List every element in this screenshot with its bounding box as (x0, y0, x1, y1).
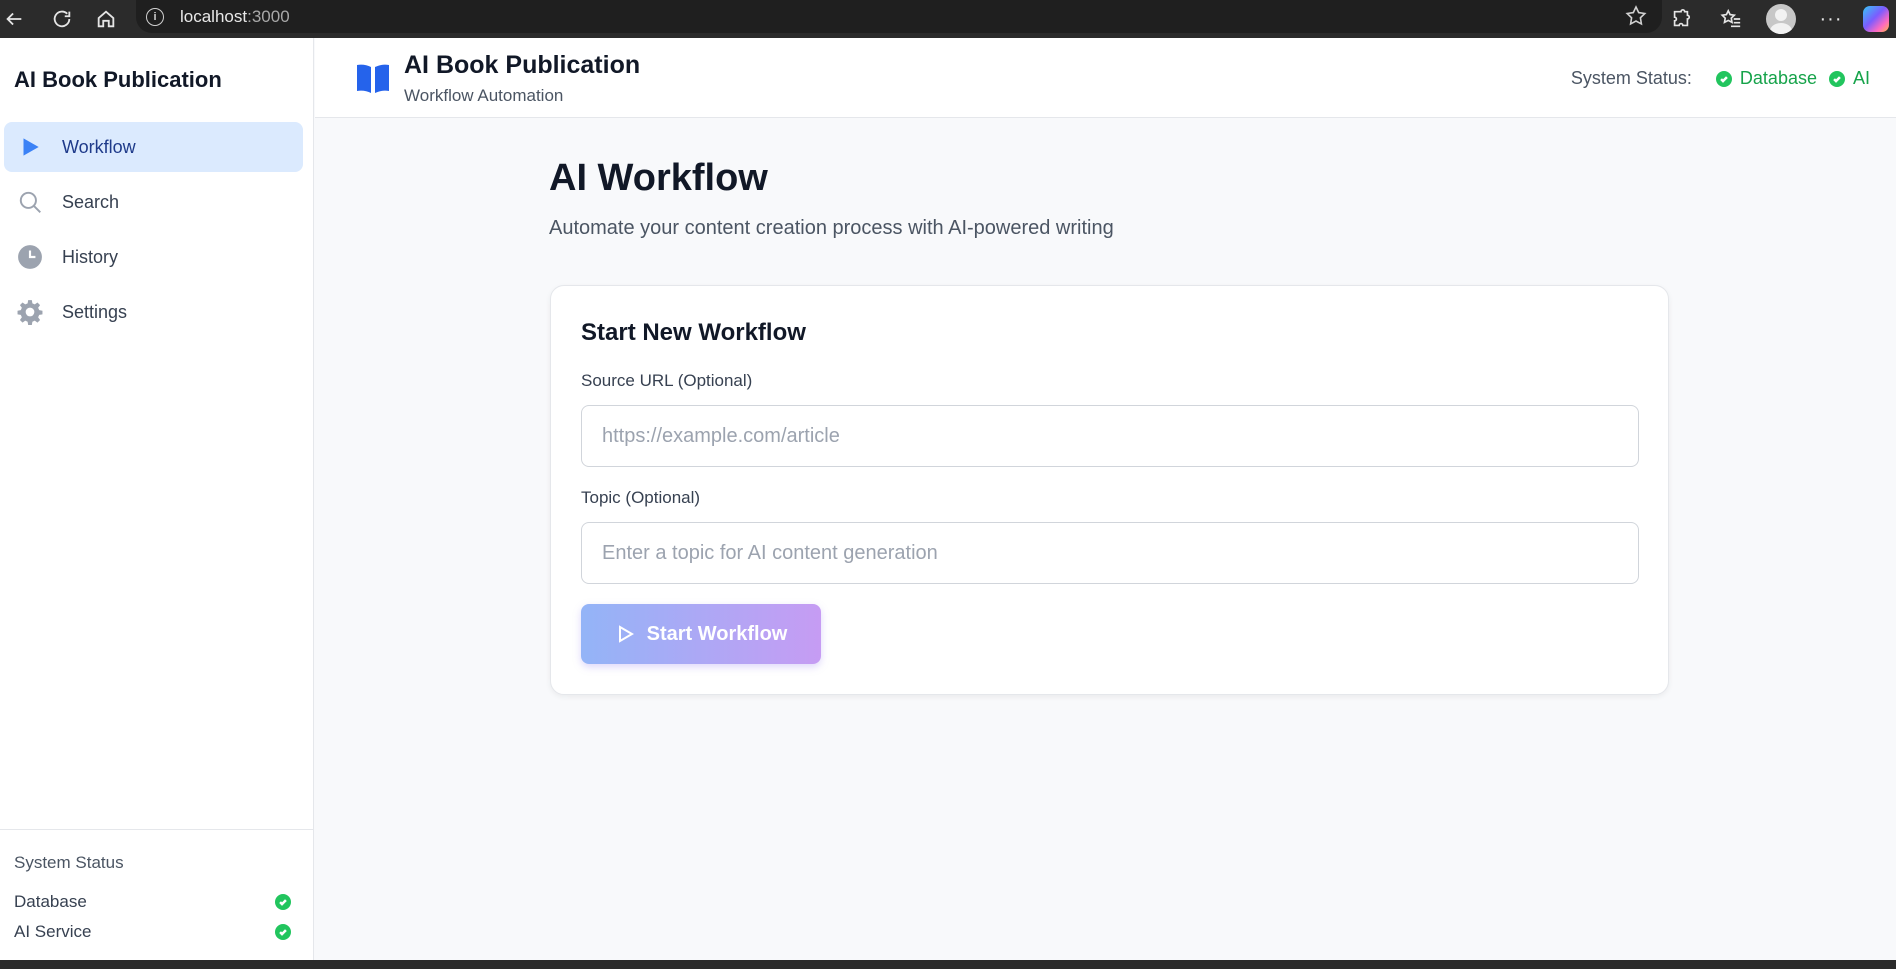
card-title: Start New Workflow (581, 319, 806, 346)
sidebar-item-settings[interactable]: Settings (4, 287, 303, 337)
gear-icon (16, 298, 44, 326)
browser-actions: ··· (1656, 0, 1896, 38)
address-url[interactable]: localhost:3000 (180, 7, 290, 27)
app-header: AI Book Publication Workflow Automation … (315, 38, 1896, 118)
start-workflow-button[interactable]: Start Workflow (581, 604, 821, 664)
url-host: localhost (180, 6, 248, 26)
sidebar-item-label: Workflow (62, 136, 136, 157)
status-row-ai-service: AI Service (14, 917, 299, 947)
sidebar: AI Book Publication Workflow Search Hist… (0, 38, 314, 960)
window-bottom-edge (0, 960, 1896, 969)
favorites-button[interactable] (1706, 0, 1756, 38)
back-button[interactable] (0, 0, 34, 38)
system-status-title: System Status (14, 853, 124, 872)
header-system-status: System Status: Database AI (1571, 68, 1870, 89)
home-icon (97, 10, 115, 28)
app-subtitle: Workflow Automation (404, 86, 564, 105)
sidebar-nav: Workflow Search History Settings (4, 122, 303, 342)
source-url-label: Source URL (Optional) (581, 371, 753, 390)
check-circle-icon (1715, 70, 1732, 87)
check-circle-icon (275, 894, 291, 910)
play-outline-icon (618, 625, 634, 643)
sidebar-item-search[interactable]: Search (4, 177, 303, 227)
reload-icon (53, 10, 71, 28)
start-workflow-card: Start New Workflow Source URL (Optional)… (550, 285, 1669, 695)
more-menu-button[interactable]: ··· (1806, 0, 1856, 38)
clock-icon (16, 243, 44, 271)
check-circle-icon (1828, 70, 1845, 87)
avatar (1766, 4, 1796, 34)
copilot-icon (1863, 6, 1889, 32)
play-icon (16, 133, 44, 161)
status-database: Database (1715, 68, 1817, 89)
sidebar-item-label: Search (62, 191, 120, 212)
address-bar[interactable]: i localhost:3000 (136, 0, 1662, 33)
status-ai: AI (1828, 68, 1870, 89)
extensions-button[interactable] (1656, 0, 1706, 38)
status-row-label: AI Service (14, 922, 92, 941)
status-ai-label: AI (1852, 68, 1870, 88)
back-arrow-icon (6, 12, 22, 26)
favorite-star-icon[interactable] (1624, 4, 1648, 33)
ellipsis-icon: ··· (1819, 7, 1843, 30)
app-title: AI Book Publication (404, 51, 641, 79)
sidebar-item-label: History (62, 246, 119, 267)
reload-button[interactable] (42, 0, 82, 38)
home-button[interactable] (86, 0, 126, 38)
status-database-label: Database (1739, 68, 1817, 88)
copilot-button[interactable] (1856, 0, 1896, 38)
page-title: AI Workflow (549, 157, 768, 199)
puzzle-icon (1673, 9, 1691, 27)
site-info-icon[interactable]: i (146, 7, 164, 26)
url-port: :3000 (247, 6, 290, 26)
sidebar-title: AI Book Publication (14, 67, 222, 92)
sidebar-item-workflow[interactable]: Workflow (4, 122, 303, 172)
status-row-label: Database (14, 892, 87, 911)
topic-input[interactable] (581, 522, 1639, 584)
status-label: System Status: (1570, 68, 1692, 88)
favorites-list-icon (1720, 8, 1741, 28)
page-subtitle: Automate your content creation process w… (549, 217, 1114, 239)
start-workflow-label: Start Workflow (646, 622, 788, 645)
topic-label: Topic (Optional) (581, 488, 701, 507)
sidebar-item-label: Settings (62, 301, 128, 322)
check-circle-icon (275, 924, 291, 940)
browser-toolbar: i localhost:3000 ··· (0, 0, 1896, 38)
sidebar-system-status: System Status Database AI Service (0, 829, 313, 947)
source-url-input[interactable] (581, 405, 1639, 467)
open-book-icon (355, 62, 391, 99)
profile-button[interactable] (1756, 0, 1806, 38)
search-icon (16, 188, 44, 216)
sidebar-item-history[interactable]: History (4, 232, 303, 282)
status-row-database: Database (14, 887, 299, 917)
